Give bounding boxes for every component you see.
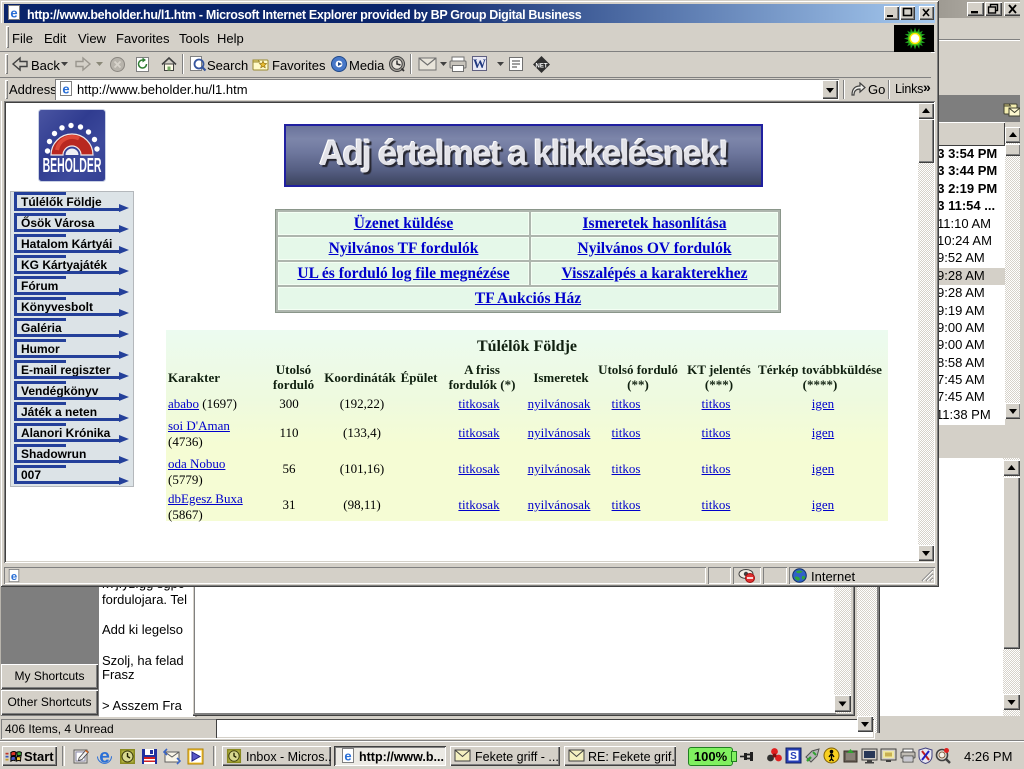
svg-text:e: e — [10, 6, 17, 21]
svg-text:BEHOLDER: BEHOLDER — [43, 154, 102, 177]
svg-text:e: e — [344, 749, 351, 764]
svg-text:e: e — [11, 571, 17, 583]
svg-text:W: W — [473, 56, 486, 71]
svg-text:NET: NET — [536, 64, 548, 70]
svg-text:e: e — [62, 82, 69, 97]
svg-text:S: S — [790, 751, 797, 762]
